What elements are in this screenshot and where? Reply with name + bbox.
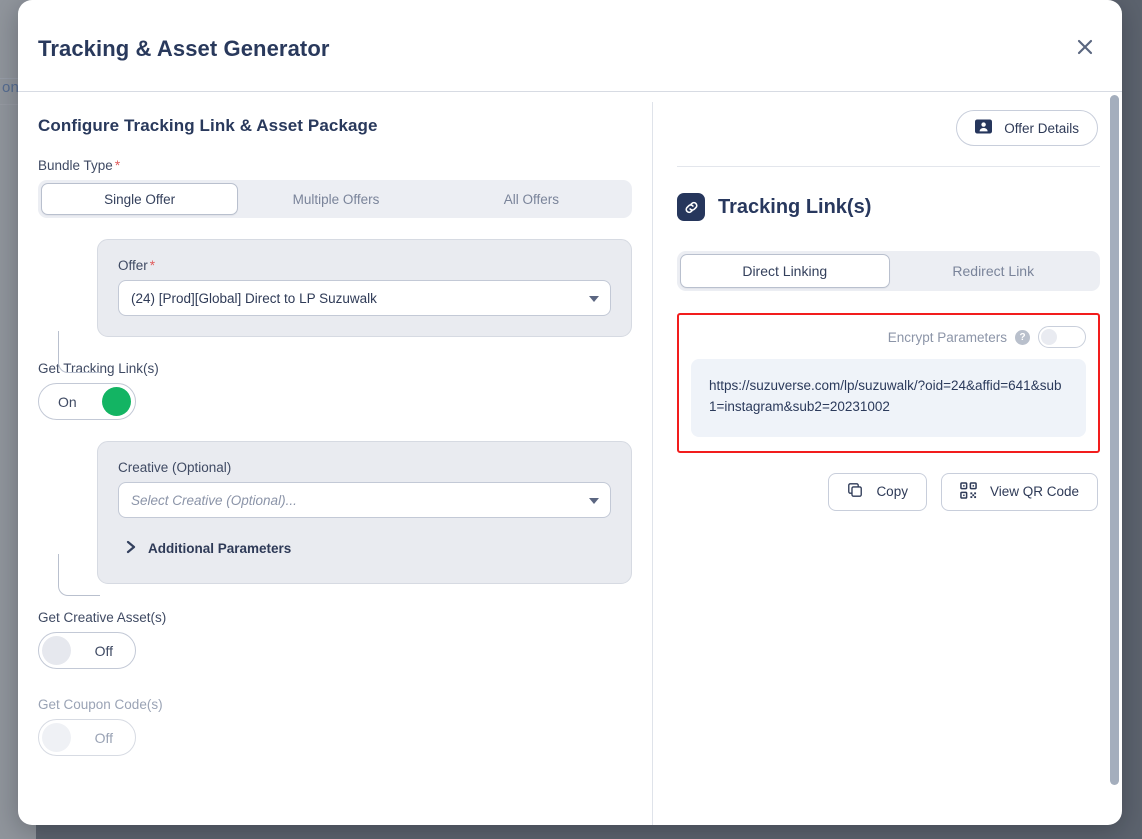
page-title: Tracking & Asset Generator: [38, 36, 330, 62]
creative-select-placeholder: Select Creative (Optional)...: [131, 493, 297, 508]
get-creative-assets-label: Get Creative Asset(s): [38, 610, 632, 625]
chevron-down-icon: [589, 296, 599, 302]
encrypt-parameters-toggle[interactable]: [1038, 326, 1086, 348]
get-creative-assets-toggle[interactable]: Off: [38, 632, 136, 669]
get-tracking-links-toggle[interactable]: On: [38, 383, 136, 420]
contact-card-icon: [975, 119, 992, 137]
tracking-link-panel: Offer Details Tracking Link(s) Direct Li…: [653, 92, 1122, 825]
get-creative-assets-toggle-label: Off: [95, 643, 113, 659]
offer-details-row: Offer Details: [677, 110, 1100, 146]
copy-icon: [847, 482, 863, 501]
toggle-knob: [42, 723, 71, 752]
modal-body: Configure Tracking Link & Asset Package …: [18, 92, 1122, 825]
required-asterisk: *: [150, 258, 155, 273]
offer-select-value: (24) [Prod][Global] Direct to LP Suzuwal…: [131, 291, 377, 306]
creative-label: Creative (Optional): [118, 460, 611, 475]
view-qr-code-button[interactable]: View QR Code: [941, 473, 1098, 511]
copy-button[interactable]: Copy: [828, 473, 927, 511]
copy-button-label: Copy: [876, 484, 908, 499]
link-type-option-direct-linking[interactable]: Direct Linking: [680, 254, 890, 288]
configuration-heading: Configure Tracking Link & Asset Package: [38, 116, 632, 136]
configuration-panel: Configure Tracking Link & Asset Package …: [18, 92, 652, 825]
offer-label: Offer*: [118, 258, 611, 273]
tracking-links-header: Tracking Link(s): [677, 193, 1100, 221]
additional-parameters-toggle[interactable]: Additional Parameters: [118, 540, 611, 557]
offer-label-text: Offer: [118, 258, 148, 273]
encrypt-parameters-label: Encrypt Parameters: [888, 330, 1007, 345]
get-coupon-codes-toggle-label: Off: [95, 730, 113, 746]
toggle-knob: [42, 636, 71, 665]
required-asterisk: *: [115, 158, 120, 173]
link-type-option-redirect-link[interactable]: Redirect Link: [890, 254, 1098, 288]
get-coupon-codes-toggle-row: Off: [38, 719, 632, 756]
bundle-type-label: Bundle Type*: [38, 158, 632, 173]
get-coupon-codes-label: Get Coupon Code(s): [38, 697, 632, 712]
modal-scrollbar-thumb[interactable]: [1110, 95, 1119, 785]
section-divider: [677, 166, 1100, 167]
tracking-link-actions: Copy: [677, 473, 1100, 511]
chevron-down-icon: [589, 498, 599, 504]
bundle-type-option-single-offer[interactable]: Single Offer: [41, 183, 238, 215]
toggle-knob: [1041, 329, 1057, 345]
offer-select[interactable]: (24) [Prod][Global] Direct to LP Suzuwal…: [118, 280, 611, 316]
tracking-asset-generator-modal: Tracking & Asset Generator Configure Tra…: [18, 0, 1122, 825]
additional-parameters-label: Additional Parameters: [148, 541, 291, 556]
bundle-type-label-text: Bundle Type: [38, 158, 113, 173]
chevron-right-icon: [126, 540, 137, 557]
close-button[interactable]: [1068, 30, 1102, 64]
link-icon: [677, 193, 705, 221]
get-tracking-links-label: Get Tracking Link(s): [38, 361, 632, 376]
qr-code-icon: [960, 482, 977, 502]
modal-header: Tracking & Asset Generator: [18, 0, 1122, 92]
offer-details-button[interactable]: Offer Details: [956, 110, 1098, 146]
tracking-links-title: Tracking Link(s): [718, 196, 871, 219]
view-qr-code-button-label: View QR Code: [990, 484, 1079, 499]
toggle-knob: [102, 387, 131, 416]
encrypt-parameters-row: Encrypt Parameters ?: [691, 325, 1086, 349]
get-creative-assets-toggle-row: Off: [38, 632, 632, 669]
get-tracking-links-toggle-label: On: [58, 394, 77, 410]
tracking-links-connector-line: [58, 554, 100, 596]
bundle-type-option-all-offers[interactable]: All Offers: [434, 183, 629, 215]
creative-card: Creative (Optional) Select Creative (Opt…: [97, 441, 632, 584]
link-type-segmented-control[interactable]: Direct Linking Redirect Link: [677, 251, 1100, 291]
tracking-url-display[interactable]: https://suzuverse.com/lp/suzuwalk/?oid=2…: [691, 359, 1086, 437]
offer-card: Offer* (24) [Prod][Global] Direct to LP …: [97, 239, 632, 337]
bundle-type-segmented-control[interactable]: Single Offer Multiple Offers All Offers: [38, 180, 632, 218]
offer-details-button-label: Offer Details: [1004, 121, 1079, 136]
creative-select[interactable]: Select Creative (Optional)...: [118, 482, 611, 518]
get-tracking-links-toggle-row: On: [38, 383, 632, 420]
question-mark-icon[interactable]: ?: [1015, 330, 1030, 345]
bundle-type-option-multiple-offers[interactable]: Multiple Offers: [238, 183, 433, 215]
tracking-link-highlight-region: Encrypt Parameters ? https://suzuverse.c…: [677, 313, 1100, 453]
get-coupon-codes-toggle[interactable]: Off: [38, 719, 136, 756]
close-icon: [1075, 37, 1095, 57]
